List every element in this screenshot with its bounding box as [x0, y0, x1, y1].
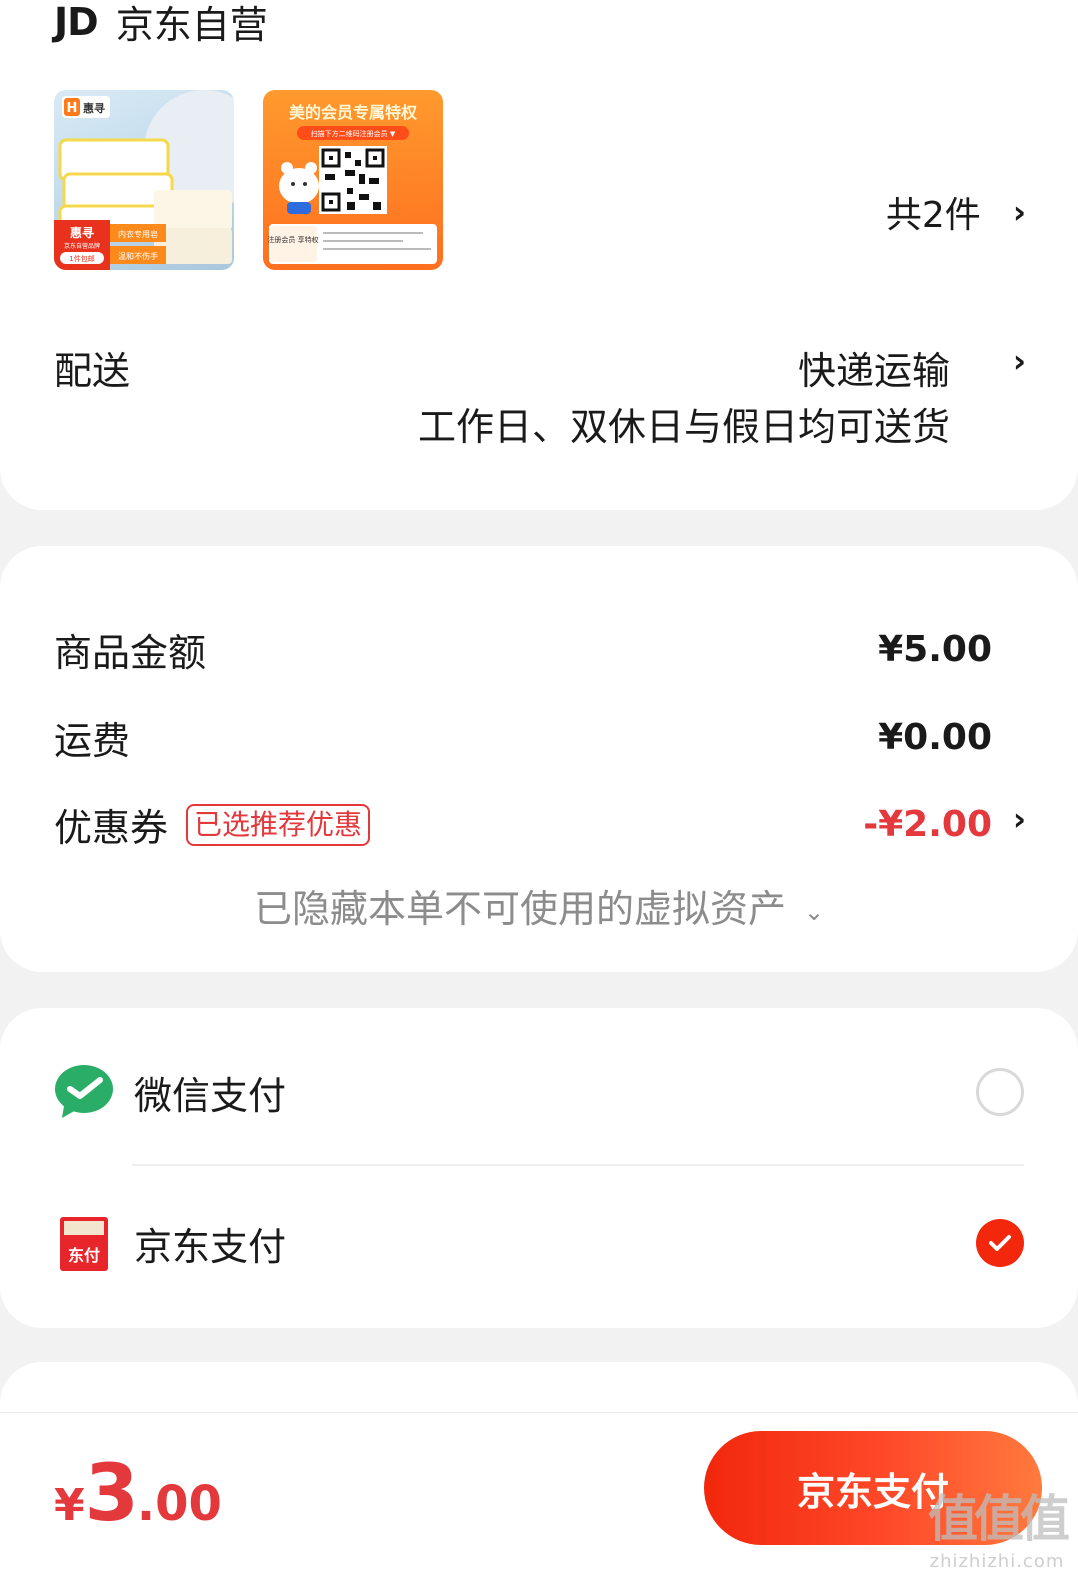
coupon-recommended-tag: 已选推荐优惠 [186, 803, 371, 846]
jd-pay-icon-text: 东付 [68, 1246, 100, 1265]
product-thumbnail-soap[interactable]: H 惠寻 惠寻 京东自营品牌 1件包邮 内衣专用皂 温和不伤手 [54, 90, 234, 270]
chevron-right-icon: › [1012, 193, 1026, 231]
shipping-fee-label: 运费 [54, 719, 131, 763]
jd-pay-radio-checked[interactable] [976, 1219, 1024, 1267]
jd-pay-label: 京东支付 [134, 1224, 287, 1269]
chevron-right-icon[interactable]: › [1013, 342, 1026, 380]
item-count-row[interactable]: 共2件 › [886, 186, 1026, 238]
goods-amount-value: ¥5.00 [878, 629, 992, 670]
svg-text:H: H [67, 101, 78, 116]
member-card-subtitle: 扫描下方二维码注册会员 ▼ [311, 129, 396, 138]
chevron-down-icon: ⌄ [803, 897, 825, 926]
member-card-image: 美的会员专属特权 扫描下方二维码注册会员 ▼ 注册会员 享特权 [267, 103, 437, 264]
member-card-title: 美的会员专属特权 [289, 103, 418, 122]
coupon-label: 优惠券 [54, 806, 169, 850]
goods-amount-row: 商品金额 ¥5.00 [54, 622, 992, 677]
wechat-pay-radio[interactable] [976, 1068, 1024, 1116]
payment-divider [132, 1164, 1024, 1166]
delivery-method[interactable]: 快递运输 [798, 340, 950, 395]
coupon-discount-value: -¥2.00 [863, 804, 992, 845]
jd-logo: JD [54, 0, 99, 44]
site-watermark: 值值值 zhizhizhi.com [928, 1479, 1070, 1572]
shop-card: JD 京东自营 H 惠寻 惠寻 京东自营品牌 1件包邮 内衣专用皂 温和不伤手 [0, 0, 1078, 510]
delivery-label: 配送 [54, 349, 131, 393]
delivery-note: 工作日、双休日与假日均可送货 [417, 405, 950, 449]
total-integer: 3 [84, 1449, 139, 1539]
coupon-left: 优惠券 已选推荐优惠 [54, 797, 371, 852]
hidden-assets-text: 已隐藏本单不可使用的虚拟资产 [253, 887, 786, 931]
hidden-assets-toggle[interactable]: 已隐藏本单不可使用的虚拟资产 ⌄ [0, 878, 1078, 933]
chevron-right-icon[interactable]: › [1013, 800, 1026, 838]
payment-option-jd[interactable]: 东付 京东支付 [54, 1198, 1024, 1288]
jd-pay-icon: 东付 [54, 1213, 114, 1273]
item-count: 共2件 [885, 195, 981, 236]
thumb-badge-sub: 京东自营品牌 [64, 242, 100, 250]
thumb-brand-label: 惠寻 [83, 101, 105, 115]
checkmark-icon [989, 1235, 1011, 1251]
product-thumbnail-member-card[interactable]: 美的会员专属特权 扫描下方二维码注册会员 ▼ 注册会员 享特权 [263, 90, 443, 270]
thumb-tag-1: 内衣专用皂 [118, 229, 158, 239]
checkout-bar: ¥ 3 .00 京东支付 值值值 zhizhizhi.com [0, 1412, 1078, 1573]
wechat-pay-icon [54, 1062, 114, 1122]
shop-header: JD 京东自营 [54, 0, 268, 49]
soap-product-image: H 惠寻 惠寻 京东自营品牌 1件包邮 内衣专用皂 温和不伤手 [54, 90, 234, 270]
total-decimal: .00 [136, 1476, 222, 1532]
thumb-badge-brand: 惠寻 [70, 225, 94, 240]
shop-name: 京东自营 [115, 3, 268, 47]
shipping-fee-row: 运费 ¥0.00 [54, 710, 992, 765]
watermark-url: zhizhizhi.com [929, 1551, 1065, 1572]
watermark-logo: 值值值 [928, 1490, 1070, 1548]
coupon-row[interactable]: 优惠券 已选推荐优惠 -¥2.00 [54, 797, 992, 852]
goods-amount-label: 商品金额 [54, 631, 207, 675]
wechat-pay-label: 微信支付 [134, 1073, 287, 1118]
thumb-badge-tag: 1件包邮 [69, 254, 94, 263]
payment-option-wechat[interactable]: 微信支付 [54, 1047, 1024, 1137]
thumb-tag-2: 温和不伤手 [118, 251, 158, 261]
member-card-side-title: 注册会员 享特权 [267, 235, 318, 244]
total-currency: ¥ [54, 1480, 85, 1531]
shipping-fee-value: ¥0.00 [878, 717, 992, 758]
total-price: ¥ 3 .00 [54, 1449, 222, 1539]
